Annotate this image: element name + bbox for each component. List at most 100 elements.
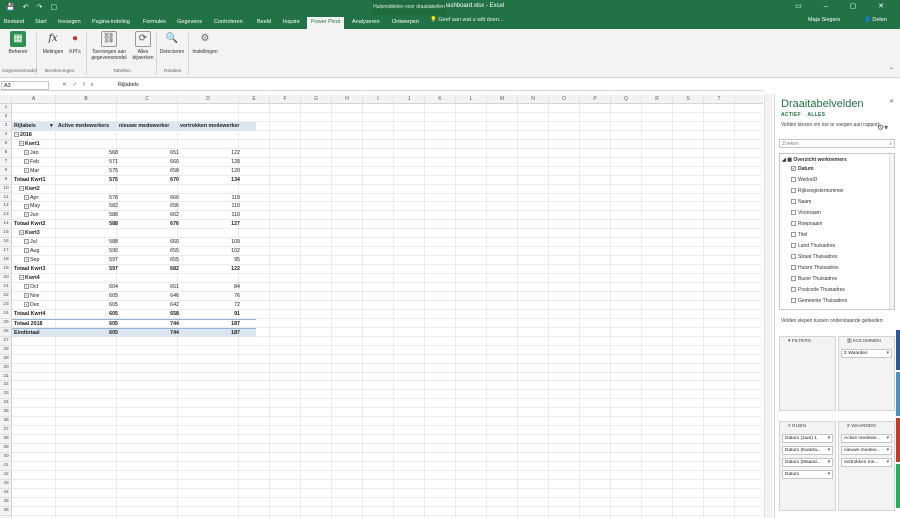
detecteren-button[interactable]: 🔍 Detecteren	[158, 31, 186, 56]
share-button[interactable]: 👤 Delen	[864, 17, 887, 23]
expand-icon[interactable]: +	[24, 167, 29, 173]
row-header-28[interactable]: 28	[0, 346, 12, 355]
row-header-6[interactable]: 6	[0, 149, 12, 158]
column-header-m[interactable]: M	[487, 95, 518, 104]
pivot-row[interactable]: Eindtotaal 605 744 187	[12, 327, 256, 337]
row-header-11[interactable]: 11	[0, 194, 12, 203]
tab-alles[interactable]: ALLES	[807, 112, 825, 118]
column-header-s[interactable]: S	[673, 95, 704, 104]
expand-icon[interactable]: +	[24, 248, 29, 254]
tab-actief[interactable]: ACTIEF	[781, 112, 801, 118]
pivot-row[interactable]: − Kwrt3	[12, 229, 256, 238]
row-header-36[interactable]: 36	[0, 417, 12, 427]
field-item[interactable]: Naam	[791, 199, 811, 205]
values-area[interactable]: Σ WAARDEN Active medewe... ▾ nieuwe medew.…	[838, 421, 895, 511]
field-checkbox[interactable]	[791, 210, 796, 215]
pivot-row[interactable]: Totaal Kwrt2 588 676 127	[12, 220, 256, 229]
row-header-14[interactable]: 14	[0, 220, 12, 230]
column-header-f[interactable]: F	[270, 95, 301, 104]
row-header-10[interactable]: 10	[0, 185, 12, 194]
row-header-25[interactable]: 25	[0, 319, 12, 328]
column-header-h[interactable]: H	[332, 95, 363, 104]
tab-formules[interactable]: Formules	[143, 17, 166, 29]
columns-area[interactable]: ▥ KOLOMMEN Σ Waarden ▾	[838, 336, 895, 411]
row-header-41[interactable]: 41	[0, 462, 12, 471]
row-field-chip[interactable]: Datum (Kwarta... ▾	[782, 446, 833, 455]
column-header-j[interactable]: J	[394, 95, 425, 104]
field-item[interactable]: Titel	[791, 232, 807, 238]
row-header-29[interactable]: 29	[0, 355, 12, 364]
pivot-row[interactable]: + Sep 597 655 95	[12, 256, 256, 265]
field-checkbox[interactable]	[791, 298, 796, 303]
row-header-44[interactable]: 44	[0, 489, 12, 498]
formula-controls[interactable]: ✕✓fx	[62, 82, 100, 88]
tab-inquire[interactable]: Inquire	[283, 17, 300, 29]
value-field-chip[interactable]: nieuwe medew... ▾	[841, 446, 892, 455]
field-item[interactable]: Gemeente Thuisadres	[791, 298, 847, 304]
column-header-e[interactable]: E	[239, 95, 270, 104]
row-header-24[interactable]: 24	[0, 310, 12, 319]
filters-area[interactable]: ▾ FILTERS	[779, 336, 836, 411]
row-header-18[interactable]: 18	[0, 256, 12, 266]
row-header-12[interactable]: 12	[0, 202, 12, 212]
row-header-27[interactable]: 27	[0, 337, 12, 346]
field-item[interactable]: Land Thuisadres	[791, 243, 835, 249]
collapse-ribbon-icon[interactable]: ⌃	[889, 67, 894, 74]
row-header-8[interactable]: 8	[0, 167, 12, 176]
user-name[interactable]: Maja Siegers	[808, 17, 840, 23]
field-table-name[interactable]: ◢ ▦ Overzicht werknemers	[782, 157, 847, 163]
field-list-scrollbar[interactable]	[889, 154, 894, 309]
pivot-row[interactable]: Totaal Kwrt3 597 682 122	[12, 265, 256, 274]
row-header-40[interactable]: 40	[0, 453, 12, 462]
row-header-31[interactable]: 31	[0, 373, 12, 382]
collapse-icon[interactable]: −	[19, 185, 24, 191]
collapse-icon[interactable]: −	[19, 275, 24, 281]
tab-bestand[interactable]: Bestand	[4, 17, 24, 29]
instellingen-button[interactable]: ⚙ Instellingen	[190, 31, 220, 56]
column-header-i[interactable]: I	[363, 95, 394, 104]
field-checkbox[interactable]	[791, 232, 796, 237]
column-header-p[interactable]: P	[580, 95, 611, 104]
row-header-20[interactable]: 20	[0, 274, 12, 283]
field-search-input[interactable]: Zoeken ⌕	[779, 139, 895, 148]
row-header-42[interactable]: 42	[0, 471, 12, 480]
field-item[interactable]: Huisnr Thuisadres	[791, 265, 838, 271]
worksheet-grid[interactable]: ABCDEFGHIJKLMNOPQRST 1 2 3 4 5 6 7 8 9 10 11 12 13 14…	[0, 95, 763, 518]
pivot-row[interactable]: + Jun 588 662 110	[12, 211, 256, 220]
rows-area[interactable]: ≡ RIJEN Datum (Jaar) 1 ▾ Datum (Kwarta... ▾…	[779, 421, 836, 511]
field-checkbox[interactable]	[791, 188, 796, 193]
row-header-46[interactable]: 46	[0, 507, 12, 516]
row-header-2[interactable]: 2	[0, 113, 12, 122]
window-controls[interactable]: ▭ – ▢ ✕	[795, 2, 894, 10]
tell-me-search[interactable]: 💡 Geef aan wat u wilt doen...	[430, 17, 504, 23]
column-chip[interactable]: Σ Waarden ▾	[841, 349, 892, 358]
pivot-row[interactable]: + Mar 575 658 120	[12, 167, 256, 176]
column-header-o[interactable]: O	[549, 95, 580, 104]
row-header-37[interactable]: 37	[0, 426, 12, 436]
pivot-row[interactable]: + Nov 605 646 76	[12, 292, 256, 301]
pivot-row[interactable]: + Apr 578 660 119	[12, 194, 256, 203]
column-header-g[interactable]: G	[301, 95, 332, 104]
column-header-t[interactable]: T	[704, 95, 735, 104]
pivot-row[interactable]: + Jul 588 660 109	[12, 238, 256, 247]
collapse-icon[interactable]: −	[19, 140, 24, 146]
row-header-4[interactable]: 4	[0, 131, 12, 140]
column-header-q[interactable]: Q	[611, 95, 642, 104]
pivot-row[interactable]: −2018	[12, 131, 256, 140]
row-header-34[interactable]: 34	[0, 399, 12, 409]
row-header-7[interactable]: 7	[0, 158, 12, 167]
beheren-button[interactable]: ▦ Beheren	[6, 31, 30, 55]
row-header-22[interactable]: 22	[0, 292, 12, 301]
row-header-17[interactable]: 17	[0, 247, 12, 257]
row-header-5[interactable]: 5	[0, 140, 12, 149]
kpis-button[interactable]: ● KPI's	[66, 31, 84, 56]
tab-gegevens[interactable]: Gegevens	[177, 17, 202, 29]
row-field-chip[interactable]: Datum (Jaar) 1 ▾	[782, 434, 833, 443]
metingen-button[interactable]: fx Metingen	[40, 31, 66, 56]
row-field-chip[interactable]: Datum ▾	[782, 470, 833, 479]
value-field-chip[interactable]: vertrokken me... ▾	[841, 458, 892, 467]
row-header-16[interactable]: 16	[0, 238, 12, 248]
expand-icon[interactable]: +	[24, 301, 29, 307]
pivot-row[interactable]: − Kwrt2	[12, 185, 256, 194]
expand-icon[interactable]: +	[24, 158, 29, 164]
